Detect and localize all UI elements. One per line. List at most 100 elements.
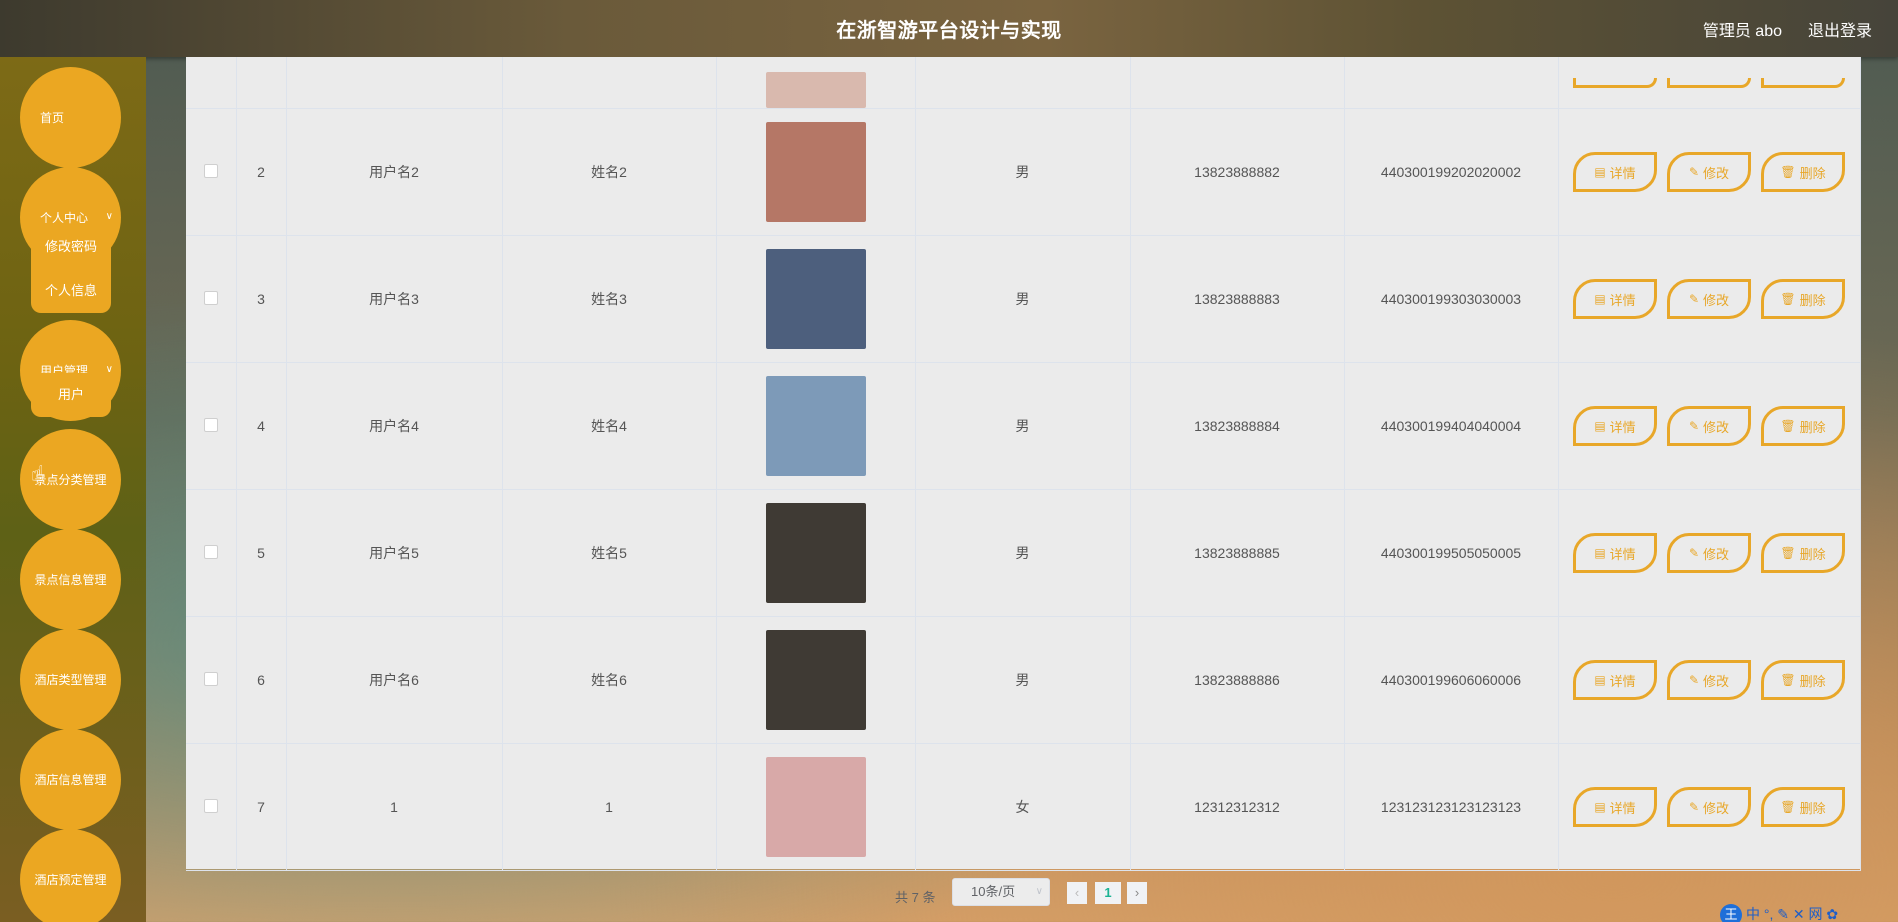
edit-label: 修改 xyxy=(1703,165,1730,181)
next-page-button[interactable]: › xyxy=(1127,882,1147,904)
sidebar-item-hotel-info[interactable]: 酒店信息管理 xyxy=(20,729,121,830)
username-cell: 用户名2 xyxy=(286,108,503,236)
table-row: 7 1 1 女 12312312312 123123123123123123 ▤… xyxy=(186,743,1861,871)
delete-label: 删除 xyxy=(1799,292,1826,308)
page-size-select[interactable]: 10条/页 ∨ xyxy=(952,878,1050,906)
detail-button[interactable]: ▤ 详情 xyxy=(1573,787,1657,827)
username-cell: 用户名3 xyxy=(286,235,503,363)
edit-button[interactable]: ✎ 修改 xyxy=(1667,279,1751,319)
gender-cell: 男 xyxy=(915,108,1131,236)
pencil-icon: ✎ xyxy=(1688,673,1700,687)
user-table: 2 用户名2 姓名2 男 13823888882 440300199202020… xyxy=(186,57,1861,871)
user-photo xyxy=(765,503,866,603)
delete-label: 删除 xyxy=(1799,546,1826,562)
delete-button[interactable]: 🗑 删除 xyxy=(1761,152,1845,192)
detail-button[interactable]: ▤ 详情 xyxy=(1573,406,1657,446)
detail-button[interactable] xyxy=(1573,77,1657,88)
logout-link[interactable]: 退出登录 xyxy=(1808,17,1872,41)
sidebar-item-hotel-booking[interactable]: 酒店预定管理 xyxy=(20,829,121,922)
delete-button[interactable]: 🗑 删除 xyxy=(1761,406,1845,446)
username-cell: 用户名5 xyxy=(286,489,503,617)
total-count: 共 7 条 xyxy=(895,890,936,905)
detail-label: 详情 xyxy=(1609,800,1636,816)
id-number-cell: 123123123123123123 xyxy=(1344,743,1559,871)
row-checkbox[interactable] xyxy=(203,671,218,686)
name-cell: 姓名3 xyxy=(502,235,717,363)
delete-label: 删除 xyxy=(1799,800,1826,816)
phone-cell: 12312312312 xyxy=(1130,743,1345,871)
sidebar-item-hotel-type[interactable]: 酒店类型管理 xyxy=(20,629,121,730)
name-cell: 姓名4 xyxy=(502,362,717,490)
detail-button[interactable]: ▤ 详情 xyxy=(1573,660,1657,700)
edit-button[interactable]: ✎ 修改 xyxy=(1667,152,1751,192)
delete-button[interactable] xyxy=(1761,77,1845,88)
row-checkbox[interactable] xyxy=(203,798,218,813)
detail-button[interactable]: ▤ 详情 xyxy=(1573,533,1657,573)
edit-button[interactable] xyxy=(1667,77,1751,88)
sidebar-item-label: 景点信息管理 xyxy=(34,573,107,587)
sidebar-item-home[interactable]: 首页 xyxy=(20,67,121,168)
sidebar-item-scenic-info[interactable]: 景点信息管理 xyxy=(20,529,121,630)
id-number-cell: 440300199404040004 xyxy=(1344,362,1559,490)
username-cell: 1 xyxy=(286,743,503,871)
document-icon: ▤ xyxy=(1594,419,1606,433)
edit-button[interactable]: ✎ 修改 xyxy=(1667,533,1751,573)
trash-icon: 🗑 xyxy=(1780,673,1796,687)
edit-label: 修改 xyxy=(1703,419,1730,435)
edit-button[interactable]: ✎ 修改 xyxy=(1667,406,1751,446)
phone-cell: 13823888883 xyxy=(1130,235,1345,363)
table-row: 5 用户名5 姓名5 男 13823888885 440300199505050… xyxy=(186,489,1861,617)
detail-label: 详情 xyxy=(1609,292,1636,308)
edit-button[interactable]: ✎ 修改 xyxy=(1667,660,1751,700)
sidebar-item-label: 酒店信息管理 xyxy=(34,773,107,787)
detail-button[interactable]: ▤ 详情 xyxy=(1573,279,1657,319)
edit-label: 修改 xyxy=(1703,292,1730,308)
gender-cell: 女 xyxy=(915,743,1131,871)
delete-button[interactable]: 🗑 删除 xyxy=(1761,279,1845,319)
id-number-cell: 440300199303030003 xyxy=(1344,235,1559,363)
table-row: 6 用户名6 姓名6 男 13823888886 440300199606060… xyxy=(186,616,1861,744)
row-checkbox[interactable] xyxy=(203,417,218,432)
prev-page-button[interactable]: ‹ xyxy=(1067,882,1087,904)
user-photo xyxy=(765,376,866,476)
row-index: 2 xyxy=(236,108,287,236)
phone-cell: 13823888886 xyxy=(1130,616,1345,744)
ime-toolbar[interactable]: 王中 °, ✎ ✕ 网 ✿ xyxy=(1720,904,1898,922)
sidebar-item-label: 首页 xyxy=(40,111,65,125)
trash-icon: 🗑 xyxy=(1780,292,1796,306)
chevron-down-icon: ∨ xyxy=(105,211,113,222)
username-cell: 用户名4 xyxy=(286,362,503,490)
row-checkbox[interactable] xyxy=(203,544,218,559)
delete-label: 删除 xyxy=(1799,165,1826,181)
page-number-current[interactable]: 1 xyxy=(1095,882,1121,904)
table-row: 2 用户名2 姓名2 男 13823888882 440300199202020… xyxy=(186,108,1861,236)
user-photo xyxy=(765,122,866,222)
detail-label: 详情 xyxy=(1609,419,1636,435)
mouse-pointer-icon: ☝ xyxy=(31,461,45,486)
row-index: 3 xyxy=(236,235,287,363)
delete-button[interactable]: 🗑 删除 xyxy=(1761,787,1845,827)
detail-label: 详情 xyxy=(1609,673,1636,689)
name-cell: 姓名2 xyxy=(502,108,717,236)
row-checkbox[interactable] xyxy=(203,290,218,305)
row-checkbox[interactable] xyxy=(203,163,218,178)
gender-cell: 男 xyxy=(915,235,1131,363)
edit-button[interactable]: ✎ 修改 xyxy=(1667,787,1751,827)
user-photo xyxy=(765,72,866,108)
detail-button[interactable]: ▤ 详情 xyxy=(1573,152,1657,192)
sidebar-item-user[interactable]: 用户 xyxy=(31,373,111,417)
pencil-icon: ✎ xyxy=(1688,546,1700,560)
edit-label: 修改 xyxy=(1703,673,1730,689)
edit-label: 修改 xyxy=(1703,800,1730,816)
delete-button[interactable]: 🗑 删除 xyxy=(1761,660,1845,700)
top-header: 在浙智游平台设计与实现 管理员 abo 退出登录 xyxy=(0,0,1898,57)
delete-button[interactable]: 🗑 删除 xyxy=(1761,533,1845,573)
id-number-cell: 440300199505050005 xyxy=(1344,489,1559,617)
pencil-icon: ✎ xyxy=(1688,165,1700,179)
edit-label: 修改 xyxy=(1703,546,1730,562)
phone-cell: 13823888884 xyxy=(1130,362,1345,490)
table-row xyxy=(186,57,1861,109)
sidebar-item-personal-info[interactable]: 个人信息 xyxy=(31,269,111,313)
document-icon: ▤ xyxy=(1594,292,1606,306)
sidebar-item-change-password[interactable]: 修改密码 xyxy=(31,225,111,269)
